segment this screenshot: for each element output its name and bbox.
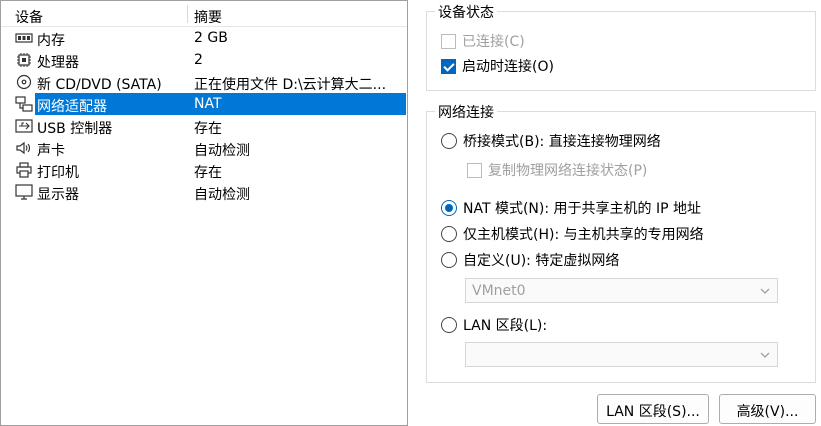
advanced-button[interactable]: 高级(V)... [719,394,816,424]
connect-at-power-on-checkbox[interactable]: 启动时连接(O) [441,56,554,76]
lan-segments-button[interactable]: LAN 区段(S)... [597,394,709,424]
header-summary[interactable]: 摘要 [194,7,222,27]
memory-icon [15,33,33,43]
connected-label: 已连接(C) [462,34,525,50]
device-row-sound-card[interactable]: 声卡 自动检测 [1,137,407,159]
device-row-display[interactable]: 显示器 自动检测 [1,181,407,203]
device-row-network-adapter[interactable]: 网络适配器 NAT [1,93,407,115]
usb-icon [15,119,33,133]
device-list-header: 设备 摘要 [1,1,407,27]
device-summary: 存在 [194,121,222,137]
device-row-usb[interactable]: USB 控制器 存在 [1,115,407,137]
network-connection-title: 网络连接 [435,102,497,122]
device-row-printer[interactable]: 打印机 存在 [1,159,407,181]
device-status-title: 设备状态 [435,2,497,22]
column-divider[interactable] [187,5,188,23]
device-row-memory[interactable]: 内存 2 GB [1,27,407,49]
device-row-cd-dvd[interactable]: 新 CD/DVD (SATA) 正在使用文件 D:\云计算大二... [1,71,407,93]
network-adapter-icon [15,96,33,112]
processor-icon [17,53,31,67]
radio-circle[interactable] [441,226,457,242]
checkbox-box[interactable] [441,58,456,74]
device-summary: 存在 [194,165,222,181]
nat-mode-label: NAT 模式(N): 用于共享主机的 IP 地址 [463,201,701,217]
chevron-down-icon [760,352,770,358]
speaker-icon [16,141,31,155]
device-list: 设备 摘要 内存 2 GB 处理器 2 新 CD/DVD (SATA) 正在使用… [0,0,408,426]
lan-segment-radio[interactable]: LAN 区段(L): [441,315,547,335]
device-status-group: 设备状态 已连接(C) 启动时连接(O) [426,2,816,91]
host-only-label: 仅主机模式(H): 与主机共享的专用网络 [463,227,704,243]
device-name: 打印机 [37,165,79,181]
device-summary: 正在使用文件 D:\云计算大二... [194,77,387,93]
device-name: 新 CD/DVD (SATA) [37,77,162,93]
custom-network-radio[interactable]: 自定义(U): 特定虚拟网络 [441,250,619,270]
checkbox-box[interactable] [441,33,456,49]
lan-segment-select[interactable] [465,342,778,367]
lan-segment-label: LAN 区段(L): [463,318,548,334]
chevron-down-icon [760,288,770,294]
device-summary: 自动检测 [194,187,250,203]
connected-checkbox[interactable]: 已连接(C) [441,31,525,51]
custom-network-label: 自定义(U): 特定虚拟网络 [463,253,620,269]
checkbox-box[interactable] [467,162,482,178]
custom-network-value: VMnet0 [472,283,526,299]
device-name: 网络适配器 [37,99,107,115]
device-name: USB 控制器 [37,121,113,137]
header-device[interactable]: 设备 [15,7,43,27]
device-summary: 自动检测 [194,143,250,159]
nat-mode-radio[interactable]: NAT 模式(N): 用于共享主机的 IP 地址 [441,198,701,218]
radio-circle[interactable] [441,133,457,149]
device-name: 声卡 [37,143,65,159]
monitor-icon [15,184,33,200]
device-summary: 2 GB [194,30,228,46]
device-name: 内存 [37,33,65,49]
device-name: 处理器 [37,55,79,71]
radio-circle[interactable] [441,252,457,268]
device-summary: 2 [194,52,203,68]
device-summary: NAT [194,96,222,112]
device-row-processor[interactable]: 处理器 2 [1,49,407,71]
bridged-mode-radio[interactable]: 桥接模式(B): 直接连接物理网络 [441,131,661,151]
radio-circle[interactable] [441,200,457,216]
network-connection-group: 网络连接 桥接模式(B): 直接连接物理网络 复制物理网络连接状态(P) NAT… [426,102,816,383]
custom-network-select[interactable]: VMnet0 [465,278,778,303]
printer-icon [16,162,32,178]
host-only-radio[interactable]: 仅主机模式(H): 与主机共享的专用网络 [441,224,704,244]
bridged-mode-label: 桥接模式(B): 直接连接物理网络 [463,134,661,150]
device-name: 显示器 [37,187,79,203]
connect-at-power-on-label: 启动时连接(O) [462,59,554,75]
radio-circle[interactable] [441,317,457,333]
replicate-state-label: 复制物理网络连接状态(P) [488,163,648,179]
disc-icon [16,74,32,90]
replicate-state-checkbox[interactable]: 复制物理网络连接状态(P) [467,160,647,180]
